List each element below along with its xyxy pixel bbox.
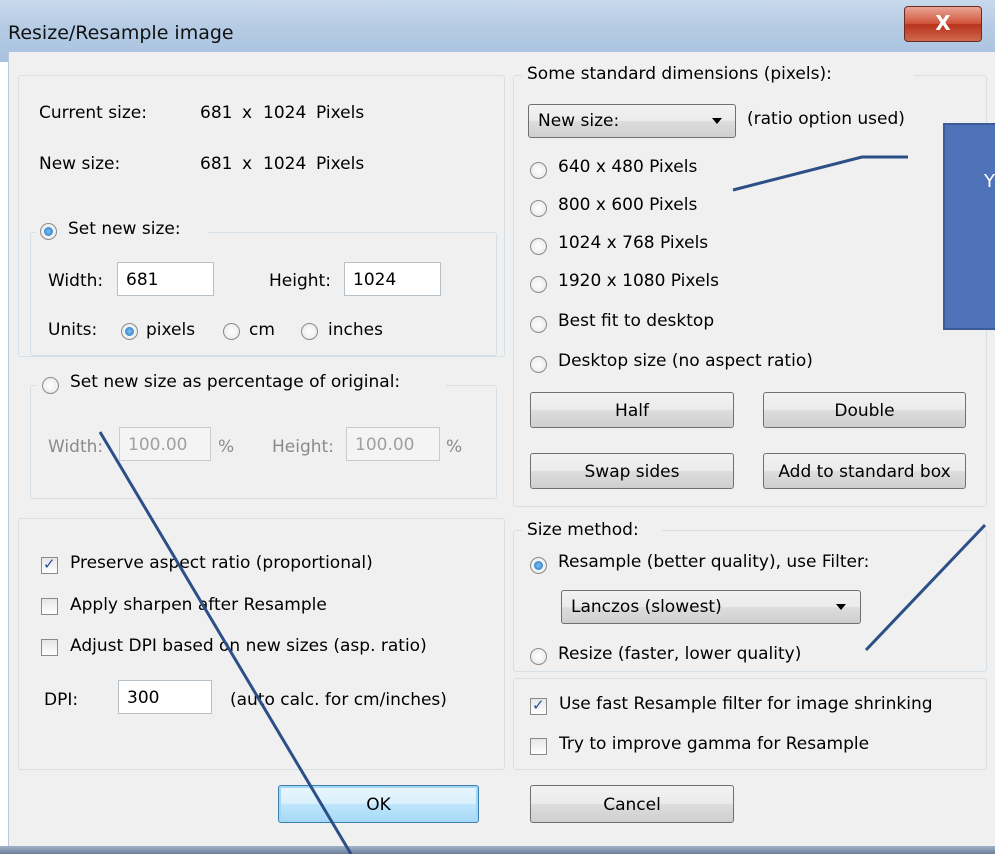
resize-dialog: Resize/Resample image X Current size: 68… <box>0 0 995 854</box>
annotation-lines <box>98 155 987 854</box>
annotation-line-size-method <box>864 523 987 652</box>
annotation-line-standard <box>732 155 908 192</box>
annotation-line-percentage <box>98 431 353 854</box>
